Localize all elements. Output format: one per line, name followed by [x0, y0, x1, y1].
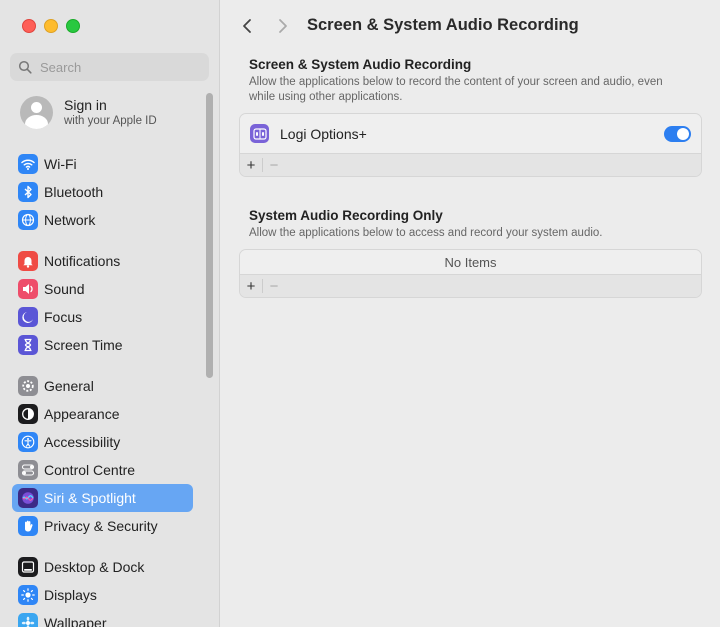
system-settings-window: Sign in with your Apple ID Wi-Fi Bluetoot… — [0, 0, 720, 627]
main-pane: Screen & System Audio Recording Screen &… — [220, 0, 720, 627]
bluetooth-icon — [18, 182, 38, 202]
sidebar-item-label: General — [44, 378, 94, 394]
chevron-right-icon — [279, 19, 287, 33]
sidebar-item-label: Screen Time — [44, 337, 123, 353]
siri-icon — [18, 488, 38, 508]
sidebar-item-notifications[interactable]: Notifications — [12, 247, 193, 275]
screen-recording-app-list: Logi Options+ + − — [239, 113, 702, 177]
sidebar-item-label: Notifications — [44, 253, 121, 269]
accessibility-icon — [18, 432, 38, 452]
gear-icon — [18, 376, 38, 396]
sidebar-item-siri-and-spotlight[interactable]: Siri & Spotlight — [12, 484, 193, 512]
search-field[interactable] — [10, 53, 209, 81]
list-item[interactable]: Logi Options+ — [240, 114, 701, 154]
remove-app-button[interactable]: − — [263, 154, 285, 176]
sidebar-item-sound[interactable]: Sound — [12, 275, 193, 303]
sidebar: Sign in with your Apple ID Wi-Fi Bluetoot… — [0, 0, 220, 627]
remove-app-button[interactable]: − — [263, 275, 285, 297]
search-icon — [18, 60, 32, 74]
sidebar-item-label: Siri & Spotlight — [44, 490, 136, 506]
sidebar-item-label: Bluetooth — [44, 184, 104, 200]
toggles-icon — [18, 460, 38, 480]
search-input[interactable] — [38, 58, 192, 76]
hand-icon — [18, 516, 38, 536]
section-description: Allow the applications below to record t… — [249, 76, 663, 103]
sidebar-nav: Wi-Fi Bluetooth Network Notifications Sound F… — [12, 150, 193, 627]
list-controls: + − — [240, 154, 701, 176]
hourglass-icon — [18, 335, 38, 355]
sidebar-item-label: Displays — [44, 587, 97, 603]
add-app-button[interactable]: + — [240, 154, 262, 176]
close-window-button[interactable] — [22, 19, 36, 33]
sidebar-item-control-centre[interactable]: Control Centre — [12, 456, 193, 484]
appearance-icon — [18, 404, 38, 424]
sidebar-item-label: Desktop & Dock — [44, 559, 145, 575]
sidebar-item-accessibility[interactable]: Accessibility — [12, 428, 193, 456]
sidebar-scrollbar[interactable] — [206, 93, 213, 378]
page-title: Screen & System Audio Recording — [307, 16, 579, 34]
sidebar-item-general[interactable]: General — [12, 372, 193, 400]
dock-icon — [18, 557, 38, 577]
sun-icon — [18, 585, 38, 605]
section-title: System Audio Recording Only — [249, 208, 443, 223]
sidebar-item-wallpaper[interactable]: Wallpaper — [12, 609, 193, 627]
minimize-window-button[interactable] — [44, 19, 58, 33]
window-controls — [22, 19, 80, 33]
sidebar-item-appearance[interactable]: Appearance — [12, 400, 193, 428]
sidebar-item-wi-fi[interactable]: Wi-Fi — [12, 150, 193, 178]
sidebar-item-label: Sound — [44, 281, 85, 297]
empty-list-label: No Items — [240, 250, 701, 275]
list-controls: + − — [240, 275, 701, 297]
sidebar-item-screen-time[interactable]: Screen Time — [12, 331, 193, 359]
logi-options-icon — [250, 124, 269, 143]
sidebar-item-label: Appearance — [44, 406, 120, 422]
toolbar: Screen & System Audio Recording — [220, 0, 720, 52]
chevron-left-icon — [243, 19, 251, 33]
audio-recording-app-list: No Items + − — [239, 249, 702, 298]
sidebar-item-label: Privacy & Security — [44, 518, 158, 534]
app-name: Logi Options+ — [280, 125, 367, 142]
sidebar-item-label: Wallpaper — [44, 615, 107, 627]
sidebar-item-label: Control Centre — [44, 462, 136, 478]
sidebar-item-focus[interactable]: Focus — [12, 303, 193, 331]
zoom-window-button[interactable] — [66, 19, 80, 33]
avatar — [20, 96, 53, 129]
apple-id-signin[interactable]: Sign in with your Apple ID — [20, 96, 157, 129]
sidebar-item-label: Network — [44, 212, 96, 228]
app-permission-toggle[interactable] — [664, 126, 691, 142]
add-app-button[interactable]: + — [240, 275, 262, 297]
wallpaper-icon — [18, 613, 38, 627]
globe-icon — [18, 210, 38, 230]
sidebar-item-desktop-and-dock[interactable]: Desktop & Dock — [12, 553, 193, 581]
sidebar-item-privacy-and-security[interactable]: Privacy & Security — [12, 512, 193, 540]
back-button[interactable] — [236, 15, 258, 37]
sidebar-item-label: Accessibility — [44, 434, 121, 450]
signin-subtitle: with your Apple ID — [64, 114, 157, 127]
wifi-icon — [18, 154, 38, 174]
sidebar-item-network[interactable]: Network — [12, 206, 193, 234]
bell-icon — [18, 251, 38, 271]
sidebar-item-label: Wi-Fi — [44, 156, 77, 172]
signin-title: Sign in — [64, 96, 107, 113]
section-description: Allow the applications below to access a… — [249, 227, 603, 239]
forward-button[interactable] — [272, 15, 294, 37]
sidebar-item-displays[interactable]: Displays — [12, 581, 193, 609]
speaker-icon — [18, 279, 38, 299]
sidebar-item-label: Focus — [44, 309, 83, 325]
section-title: Screen & System Audio Recording — [249, 57, 472, 72]
sidebar-item-bluetooth[interactable]: Bluetooth — [12, 178, 193, 206]
screen-recording-section: Screen & System Audio Recording Allow th… — [249, 57, 669, 105]
audio-recording-section: System Audio Recording Only Allow the ap… — [249, 208, 669, 241]
moon-icon — [18, 307, 38, 327]
